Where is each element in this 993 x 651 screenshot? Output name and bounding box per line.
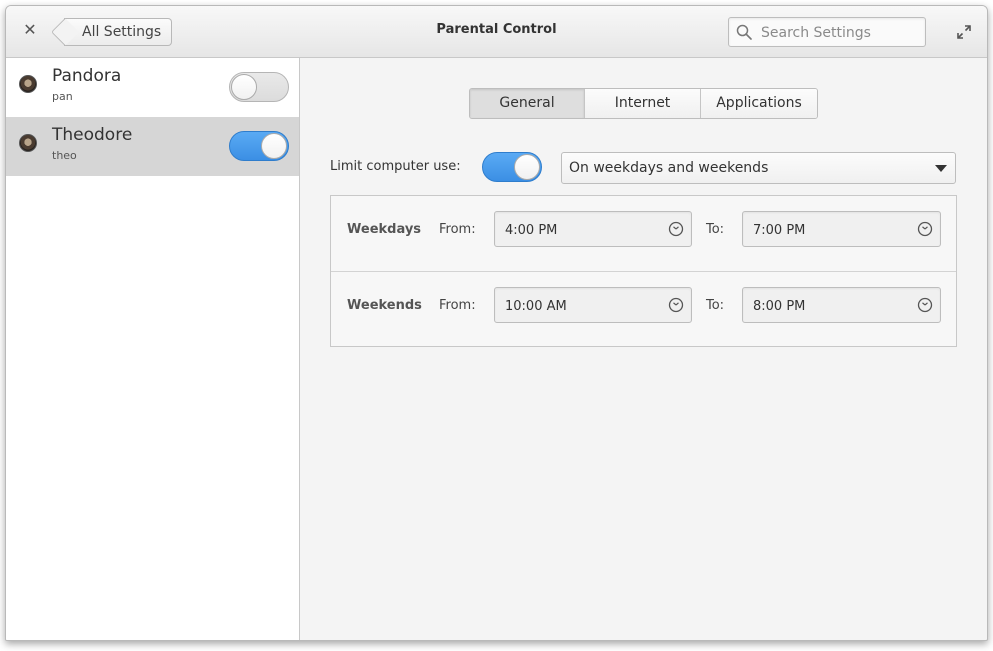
user-login: theo xyxy=(52,149,77,162)
clock-icon[interactable] xyxy=(917,297,933,313)
from-time-field[interactable] xyxy=(494,211,692,247)
to-time-field[interactable] xyxy=(742,287,941,323)
tab-applications[interactable]: Applications xyxy=(701,89,817,118)
titlebar: ✕ All Settings Parental Control xyxy=(6,6,987,58)
avatar xyxy=(19,134,37,152)
clock-icon[interactable] xyxy=(917,221,933,237)
switch-knob xyxy=(261,133,287,159)
tab-internet[interactable]: Internet xyxy=(585,89,701,118)
settings-window: ✕ All Settings Parental Control Pandora … xyxy=(5,5,988,641)
user-enable-switch[interactable] xyxy=(229,131,289,161)
schedule-panel: Weekdays From: To: xyxy=(330,195,957,347)
avatar xyxy=(19,75,37,93)
to-time-input[interactable] xyxy=(751,220,895,240)
limit-label: Limit computer use: xyxy=(330,159,461,174)
switch-knob xyxy=(514,154,540,180)
schedule-day-label: Weekends xyxy=(347,298,422,313)
to-label: To: xyxy=(706,222,725,237)
clock-icon[interactable] xyxy=(668,221,684,237)
clock-icon[interactable] xyxy=(668,297,684,313)
from-time-input[interactable] xyxy=(503,296,647,316)
user-name: Theodore xyxy=(52,125,133,145)
from-label: From: xyxy=(439,222,476,237)
switch-knob xyxy=(231,74,257,100)
chevron-down-icon xyxy=(935,165,947,172)
from-time-field[interactable] xyxy=(494,287,692,323)
to-time-field[interactable] xyxy=(742,211,941,247)
search-input[interactable] xyxy=(759,22,923,44)
schedule-day-label: Weekdays xyxy=(347,222,422,237)
maximize-icon[interactable] xyxy=(956,24,972,40)
user-sidebar: Pandora pan Theodore theo xyxy=(6,58,300,640)
limit-mode-value: On weekdays and weekends xyxy=(569,160,769,176)
search-icon xyxy=(736,24,752,40)
tab-bar: General Internet Applications xyxy=(469,88,818,119)
limit-mode-select[interactable]: On weekdays and weekends xyxy=(561,152,956,184)
user-enable-switch[interactable] xyxy=(229,72,289,102)
user-login: pan xyxy=(52,90,73,103)
user-row-pandora[interactable]: Pandora pan xyxy=(6,58,299,117)
from-label: From: xyxy=(439,298,476,313)
search-box[interactable] xyxy=(728,17,926,47)
to-time-input[interactable] xyxy=(751,296,895,316)
to-label: To: xyxy=(706,298,725,313)
schedule-row-weekends: Weekends From: To: xyxy=(331,271,956,346)
main-content: General Internet Applications Limit comp… xyxy=(300,58,987,640)
user-name: Pandora xyxy=(52,66,122,86)
tab-general[interactable]: General xyxy=(470,89,585,118)
limit-row: Limit computer use: On weekdays and week… xyxy=(330,150,960,184)
from-time-input[interactable] xyxy=(503,220,647,240)
schedule-row-weekdays: Weekdays From: To: xyxy=(331,196,956,271)
limit-switch[interactable] xyxy=(482,152,542,182)
user-row-theodore[interactable]: Theodore theo xyxy=(6,117,299,176)
